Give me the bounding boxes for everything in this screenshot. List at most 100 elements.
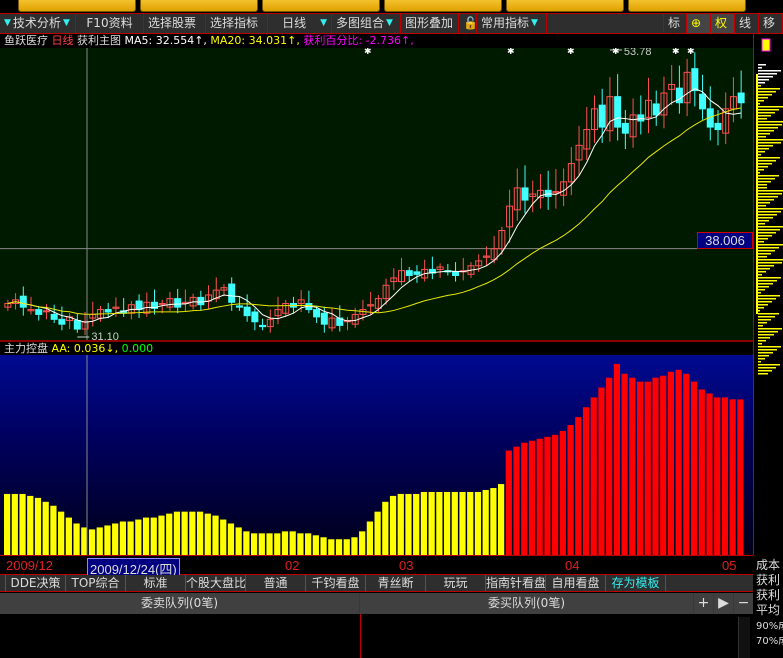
tab-qingsi[interactable]: 青丝断 [366,575,426,591]
tab-top[interactable]: TOP综合 [66,575,126,591]
indicator-bar [590,397,597,555]
move-button[interactable]: 移 [759,14,783,33]
indicator-bar [467,491,474,555]
candle-down [313,309,321,318]
candle-down [243,306,251,317]
volume-profile-bar [758,169,764,171]
lock-icon[interactable]: 🔓 [459,14,478,33]
indicator-bar [629,377,636,555]
tab-wanwan[interactable]: 玩玩 [426,575,486,591]
indicator-bar [274,533,281,555]
indicator-bar [374,511,381,555]
volume-profile-bar [758,148,769,150]
candle-down [521,187,529,201]
indicator-name: 主力控盘 [4,342,48,355]
indicator-bar [729,399,736,555]
volume-profile-bar [758,193,782,195]
top-menu-button[interactable] [506,0,624,12]
volume-profile-bar [758,232,776,234]
indicator-bar [675,369,682,555]
top-menu-button[interactable] [628,0,746,12]
tab-custom[interactable]: 自用看盘 [546,575,606,591]
tab-standard[interactable]: 标准 [126,575,186,591]
indicator-bar [397,493,404,555]
volume-profile-bar [758,256,767,258]
collapse-button[interactable]: − [733,593,753,614]
common-indicator-button[interactable]: 常用指标 ▼ [477,14,547,33]
date-tick: 05 [722,558,737,573]
indicator-bar [173,511,181,555]
select-indicator-button[interactable]: 选择指标 [206,14,268,33]
top-menu-button[interactable] [18,0,136,12]
indicator-bar [158,515,165,555]
volume-profile-bar [758,139,783,141]
indicator-bar [582,407,590,555]
candle-down [228,283,236,303]
expand-button[interactable]: ▶ [713,593,733,614]
overlay-button[interactable]: 图形叠加 [401,14,459,33]
candle-down [259,324,267,328]
tab-compass[interactable]: 指南针看盘 [486,575,546,591]
candle-down [174,298,182,308]
volume-profile-bar [758,277,781,279]
volume-profile-bar [758,295,780,297]
indicator-bar [27,495,34,555]
tech-analysis-button[interactable]: ▼ 技术分析 ▼ [0,14,76,33]
candle-down [621,122,629,134]
rights-button[interactable]: 权 [711,14,735,33]
label: 常用指标 [481,16,530,30]
tab-normal[interactable]: 普通 [246,575,306,591]
crosshair-icon[interactable]: ⊕ [687,14,711,33]
indicator-bar [4,493,11,555]
flag-icon [761,38,771,52]
volume-profile-bar [758,160,776,162]
indicator-bar [96,527,103,555]
volume-profile-bar [758,97,768,99]
indicator-bar [135,519,142,555]
ma20-line [7,107,742,315]
tab-qianjun[interactable]: 千钧看盘 [306,575,366,591]
volume-profile-bar [758,88,780,90]
select-stock-button[interactable]: 选择股票 [144,14,206,33]
chart-info-bar: 鱼跃医疗 日线 获利主图 MA5: 32.554↑, MA20: 34.031↑… [0,34,753,48]
indicator-chart[interactable] [0,355,753,555]
mark-button[interactable]: 标 [663,14,687,33]
tab-stock-vs-index[interactable]: 个股大盘比较 [186,575,246,591]
volume-profile-bar [758,271,766,273]
ma20-value: MA20: 34.031↑, [210,34,300,47]
f10-button[interactable]: F10资料 [76,14,144,33]
period-select[interactable]: 日线 ▼ [268,14,332,33]
tab-dde[interactable]: DDE决策 [6,575,66,591]
multi-chart-button[interactable]: 多图组合 ▼ [332,14,401,33]
volume-profile-bar [758,292,761,294]
indicator-bar [451,491,458,555]
candle-down [235,305,243,308]
scrollbar[interactable] [738,617,750,658]
top-menu-button[interactable] [384,0,502,12]
line-button[interactable]: 线 [735,14,759,33]
save-template-tab[interactable]: 存为模板 [606,575,666,591]
average-label: 平均 [756,603,781,617]
volume-profile-bar [758,151,765,153]
indicator-bar [58,511,65,555]
low-price-label: 31.10 [91,331,119,340]
volume-profile-bar [758,316,775,318]
cost-70-label: 70%成 [756,636,783,647]
add-button[interactable]: + [693,593,713,614]
volume-profile-bar [758,154,761,156]
volume-profile-bar [758,85,761,87]
volume-profile-bar [758,178,775,180]
volume-profile-bar [758,355,769,357]
volume-profile-bar [758,253,771,255]
volume-profile-bar [758,307,764,309]
volume-profile-bar [758,280,777,282]
volume-profile-bar [758,286,769,288]
indicator-bar [351,537,358,555]
top-menu-button[interactable] [262,0,380,12]
volume-profile-bar [758,334,774,336]
candle-down [637,114,645,122]
indicator-bar [443,491,451,555]
ma5-value: MA5: 32.554↑, [124,34,207,47]
price-chart[interactable]: 53.78 31.10 ✱ ✱ ✱ ✱ ✱ ✱ [0,48,753,340]
top-menu-button[interactable] [140,0,258,12]
